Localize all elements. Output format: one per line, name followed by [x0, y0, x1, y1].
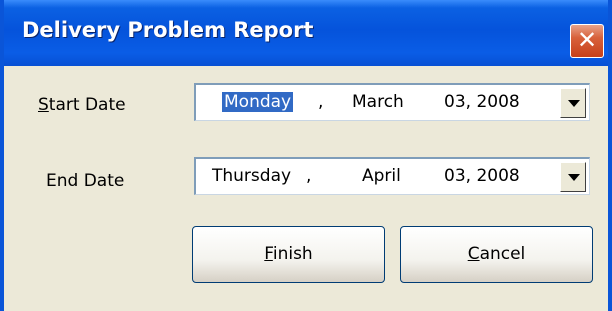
end-comma: , [306, 166, 312, 186]
start-date-picker[interactable]: Monday , March 03, 2008 [194, 83, 590, 121]
end-weekday-field[interactable]: Thursday [212, 166, 291, 186]
cancel-button[interactable]: Cancel [400, 226, 593, 283]
end-date-label: End Date [46, 171, 125, 191]
end-month-field[interactable]: April [362, 166, 401, 186]
end-date-picker[interactable]: Thursday , April 03, 2008 [194, 157, 590, 195]
close-button[interactable]: ✕ [570, 24, 604, 58]
start-date-dropdown-button[interactable] [560, 88, 586, 118]
finish-button[interactable]: Finish [192, 226, 385, 283]
start-comma: , [318, 92, 324, 112]
start-day-year-field[interactable]: 03, 2008 [444, 92, 520, 112]
start-date-label: Start Date [38, 95, 126, 115]
start-weekday-field[interactable]: Monday [222, 92, 294, 112]
dialog-window: Delivery Problem Report ✕ Start Date Mon… [0, 0, 612, 311]
window-title: Delivery Problem Report [22, 18, 314, 42]
end-date-dropdown-button[interactable] [560, 162, 586, 192]
close-icon: ✕ [576, 26, 598, 54]
start-month-field[interactable]: March [352, 92, 404, 112]
title-bar[interactable]: Delivery Problem Report ✕ [4, 0, 608, 66]
end-day-year-field[interactable]: 03, 2008 [444, 166, 520, 186]
